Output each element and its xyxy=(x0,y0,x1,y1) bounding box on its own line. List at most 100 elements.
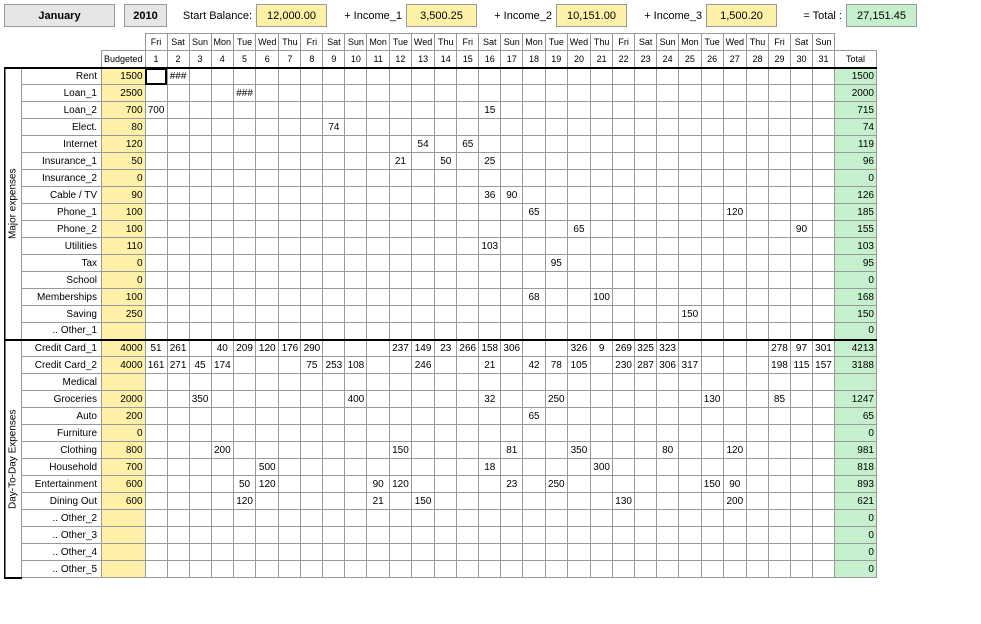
day-cell[interactable] xyxy=(768,374,790,391)
day-cell[interactable]: 80 xyxy=(657,442,679,459)
budget-cell[interactable]: 800 xyxy=(102,442,146,459)
day-cell[interactable] xyxy=(613,408,635,425)
day-cell[interactable] xyxy=(234,374,256,391)
budget-cell[interactable]: 600 xyxy=(102,493,146,510)
day-cell[interactable] xyxy=(367,289,390,306)
day-cell[interactable] xyxy=(211,476,234,493)
day-cell[interactable] xyxy=(591,221,613,238)
day-cell[interactable] xyxy=(435,493,457,510)
day-cell[interactable] xyxy=(345,204,367,221)
day-cell[interactable] xyxy=(501,102,523,119)
day-cell[interactable] xyxy=(211,289,234,306)
day-cell[interactable] xyxy=(457,544,479,561)
day-cell[interactable] xyxy=(567,238,590,255)
day-cell[interactable] xyxy=(189,153,211,170)
day-cell[interactable] xyxy=(501,544,523,561)
day-cell[interactable] xyxy=(411,187,434,204)
day-cell[interactable] xyxy=(256,187,279,204)
day-cell[interactable] xyxy=(389,102,411,119)
day-cell[interactable] xyxy=(523,425,546,442)
day-cell[interactable] xyxy=(301,459,323,476)
day-cell[interactable] xyxy=(211,187,234,204)
day-cell[interactable] xyxy=(523,561,546,578)
income1-value[interactable]: 3,500.25 xyxy=(407,5,477,27)
day-cell[interactable] xyxy=(635,289,657,306)
day-cell[interactable] xyxy=(591,306,613,323)
day-cell[interactable] xyxy=(679,119,702,136)
budget-cell[interactable]: 100 xyxy=(102,289,146,306)
day-cell[interactable] xyxy=(591,408,613,425)
day-cell[interactable] xyxy=(613,476,635,493)
day-cell[interactable] xyxy=(723,323,746,340)
day-cell[interactable] xyxy=(768,136,790,153)
day-cell[interactable] xyxy=(812,289,834,306)
day-cell[interactable] xyxy=(613,459,635,476)
day-cell[interactable]: 323 xyxy=(657,340,679,357)
day-cell[interactable] xyxy=(501,255,523,272)
day-cell[interactable] xyxy=(657,391,679,408)
day-cell[interactable] xyxy=(591,510,613,527)
day-cell[interactable] xyxy=(701,408,723,425)
day-cell[interactable] xyxy=(367,544,390,561)
day-cell[interactable] xyxy=(389,425,411,442)
day-cell[interactable] xyxy=(768,272,790,289)
day-cell[interactable] xyxy=(567,170,590,187)
day-cell[interactable] xyxy=(679,323,702,340)
day-cell[interactable] xyxy=(279,527,301,544)
day-cell[interactable] xyxy=(389,170,411,187)
day-cell[interactable] xyxy=(411,289,434,306)
day-cell[interactable] xyxy=(411,204,434,221)
day-cell[interactable] xyxy=(591,255,613,272)
day-cell[interactable] xyxy=(457,357,479,374)
day-cell[interactable] xyxy=(567,187,590,204)
day-cell[interactable] xyxy=(145,510,167,527)
day-cell[interactable] xyxy=(657,238,679,255)
day-cell[interactable] xyxy=(635,476,657,493)
day-cell[interactable] xyxy=(501,221,523,238)
day-cell[interactable] xyxy=(345,221,367,238)
day-cell[interactable] xyxy=(613,544,635,561)
day-cell[interactable] xyxy=(812,102,834,119)
day-cell[interactable] xyxy=(411,238,434,255)
day-cell[interactable] xyxy=(812,272,834,289)
day-cell[interactable] xyxy=(613,289,635,306)
day-cell[interactable] xyxy=(189,187,211,204)
day-cell[interactable] xyxy=(234,170,256,187)
day-cell[interactable] xyxy=(389,391,411,408)
day-cell[interactable] xyxy=(746,119,768,136)
day-cell[interactable] xyxy=(457,425,479,442)
day-cell[interactable] xyxy=(613,85,635,102)
day-cell[interactable] xyxy=(256,442,279,459)
day-cell[interactable] xyxy=(746,204,768,221)
day-cell[interactable] xyxy=(657,272,679,289)
day-cell[interactable] xyxy=(301,493,323,510)
day-cell[interactable] xyxy=(567,272,590,289)
day-cell[interactable] xyxy=(812,561,834,578)
day-cell[interactable] xyxy=(211,493,234,510)
budget-cell[interactable]: 90 xyxy=(102,187,146,204)
day-cell[interactable] xyxy=(701,323,723,340)
day-cell[interactable] xyxy=(345,85,367,102)
day-cell[interactable] xyxy=(279,136,301,153)
day-cell[interactable] xyxy=(635,238,657,255)
day-cell[interactable]: 150 xyxy=(701,476,723,493)
day-cell[interactable] xyxy=(457,289,479,306)
day-cell[interactable] xyxy=(591,272,613,289)
day-cell[interactable]: 261 xyxy=(167,340,189,357)
day-cell[interactable]: 120 xyxy=(723,204,746,221)
day-cell[interactable] xyxy=(389,408,411,425)
day-cell[interactable] xyxy=(457,221,479,238)
day-cell[interactable] xyxy=(746,170,768,187)
day-cell[interactable] xyxy=(679,476,702,493)
day-cell[interactable] xyxy=(567,374,590,391)
day-cell[interactable]: 74 xyxy=(323,119,345,136)
day-cell[interactable] xyxy=(657,204,679,221)
day-cell[interactable] xyxy=(635,85,657,102)
day-cell[interactable] xyxy=(389,204,411,221)
day-cell[interactable] xyxy=(234,425,256,442)
day-cell[interactable]: ### xyxy=(167,68,189,85)
day-cell[interactable] xyxy=(435,391,457,408)
day-cell[interactable] xyxy=(301,408,323,425)
day-cell[interactable] xyxy=(479,170,501,187)
day-cell[interactable] xyxy=(145,323,167,340)
